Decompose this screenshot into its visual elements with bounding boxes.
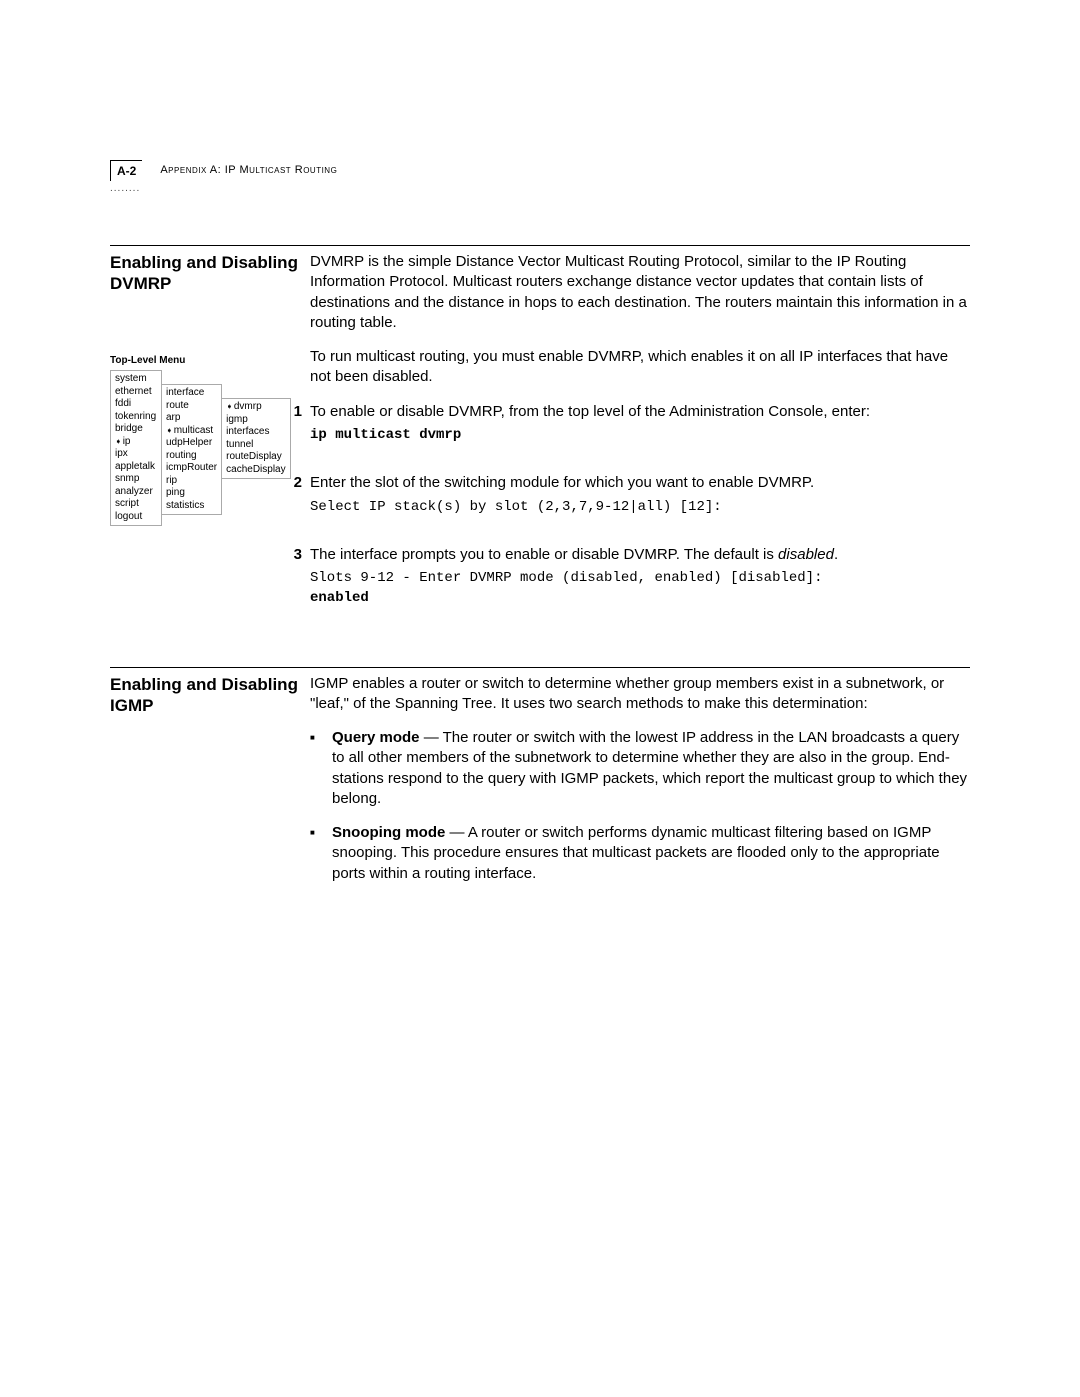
menu-item: system — [115, 373, 157, 386]
menu-item: routeDisplay — [226, 451, 285, 464]
menu-item: icmpRouter — [166, 462, 217, 475]
menu-item: tokenring — [115, 411, 157, 424]
menu-columns: systemethernetfdditokenringbridgeipipxap… — [110, 370, 300, 526]
command: Select IP stack(s) by slot (2,3,7,9-12|a… — [310, 498, 970, 518]
step-1: 1 To enable or disable DVMRP, from the t… — [310, 402, 970, 460]
menu-item: cacheDisplay — [226, 464, 285, 477]
menu-item: snmp — [115, 473, 157, 486]
body-column: IGMP enables a router or switch to deter… — [310, 674, 970, 898]
menu-item: route — [166, 400, 217, 413]
menu-col-1: systemethernetfdditokenringbridgeipipxap… — [110, 370, 162, 526]
menu-item: routing — [166, 450, 217, 463]
step-body: The interface prompts you to enable or d… — [310, 546, 778, 563]
menu-item: fddi — [115, 398, 157, 411]
section-title: Enabling and Disabling DVMRP — [110, 252, 300, 295]
default-value: disabled — [778, 546, 834, 563]
menu-item: statistics — [166, 500, 217, 513]
menu-item: analyzer — [115, 486, 157, 499]
bullet-text: Query mode — The router or switch with t… — [332, 728, 970, 809]
paragraph: IGMP enables a router or switch to deter… — [310, 674, 970, 715]
menu-item: multicast — [166, 425, 217, 438]
bullet-list: ■ Query mode — The router or switch with… — [310, 728, 970, 884]
list-item: ■ Snooping mode — A router or switch per… — [310, 823, 970, 884]
bullet-body: — The router or switch with the lowest I… — [332, 729, 967, 807]
step-number: 3 — [280, 545, 302, 565]
menu-item: bridge — [115, 423, 157, 436]
section-title: Enabling and Disabling IGMP — [110, 674, 300, 717]
command: ip multicast dvmrp — [310, 426, 970, 446]
section-dvmrp: Enabling and Disabling DVMRP Top-Level M… — [110, 245, 970, 637]
step-body: Enter the slot of the switching module f… — [310, 474, 814, 491]
command: Slots 9-12 - Enter DVMRP mode (disabled,… — [310, 569, 970, 608]
list-item: ■ Query mode — The router or switch with… — [310, 728, 970, 809]
menu-item: ip — [115, 436, 157, 449]
top-level-menu: Top-Level Menu systemethernetfdditokenri… — [110, 355, 300, 527]
menu-item: ethernet — [115, 386, 157, 399]
page: A-2 Appendix A: IP Multicast Routing ...… — [0, 0, 1080, 1397]
menu-item: udpHelper — [166, 437, 217, 450]
menu-col-2: interfaceroutearpmulticastudpHelperrouti… — [161, 384, 222, 515]
menu-item: ipx — [115, 448, 157, 461]
menu-title: Top-Level Menu — [110, 355, 300, 368]
step-2: 2 Enter the slot of the switching module… — [310, 473, 970, 531]
menu-item: appletalk — [115, 461, 157, 474]
menu-item: rip — [166, 475, 217, 488]
step-body-end: . — [834, 546, 838, 563]
menu-item: interface — [166, 387, 217, 400]
menu-item: arp — [166, 412, 217, 425]
decorative-dots: ........ — [110, 182, 140, 196]
side-column: Enabling and Disabling IGMP — [110, 674, 310, 717]
step-body: To enable or disable DVMRP, from the top… — [310, 403, 870, 420]
step-text: The interface prompts you to enable or d… — [310, 545, 970, 622]
menu-item: dvmrp — [226, 401, 285, 414]
user-input: enabled — [310, 590, 369, 606]
menu-item: tunnel — [226, 439, 285, 452]
content: Enabling and Disabling DVMRP Top-Level M… — [110, 245, 970, 898]
prompt: Slots 9-12 - Enter DVMRP mode (disabled,… — [310, 570, 831, 586]
bullet-text: Snooping mode — A router or switch perfo… — [332, 823, 970, 884]
menu-item: logout — [115, 511, 157, 524]
menu-item: script — [115, 498, 157, 511]
paragraph: DVMRP is the simple Distance Vector Mult… — [310, 252, 970, 333]
page-header: A-2 Appendix A: IP Multicast Routing — [110, 160, 970, 181]
body-column: DVMRP is the simple Distance Vector Mult… — [310, 252, 970, 637]
menu-item: igmp — [226, 414, 285, 427]
bullet-label: Snooping mode — [332, 824, 445, 841]
bullet-icon: ■ — [310, 823, 324, 843]
appendix-title: Appendix A: IP Multicast Routing — [160, 163, 337, 178]
step-number: 1 — [280, 402, 302, 422]
menu-item: interfaces — [226, 426, 285, 439]
page-number: A-2 — [110, 160, 142, 181]
section-igmp: Enabling and Disabling IGMP IGMP enables… — [110, 667, 970, 898]
step-number: 2 — [280, 473, 302, 493]
bullet-label: Query mode — [332, 729, 420, 746]
step-3: 3 The interface prompts you to enable or… — [310, 545, 970, 622]
step-text: To enable or disable DVMRP, from the top… — [310, 402, 970, 460]
paragraph: To run multicast routing, you must enabl… — [310, 347, 970, 388]
bullet-icon: ■ — [310, 728, 324, 748]
step-text: Enter the slot of the switching module f… — [310, 473, 970, 531]
menu-item: ping — [166, 487, 217, 500]
